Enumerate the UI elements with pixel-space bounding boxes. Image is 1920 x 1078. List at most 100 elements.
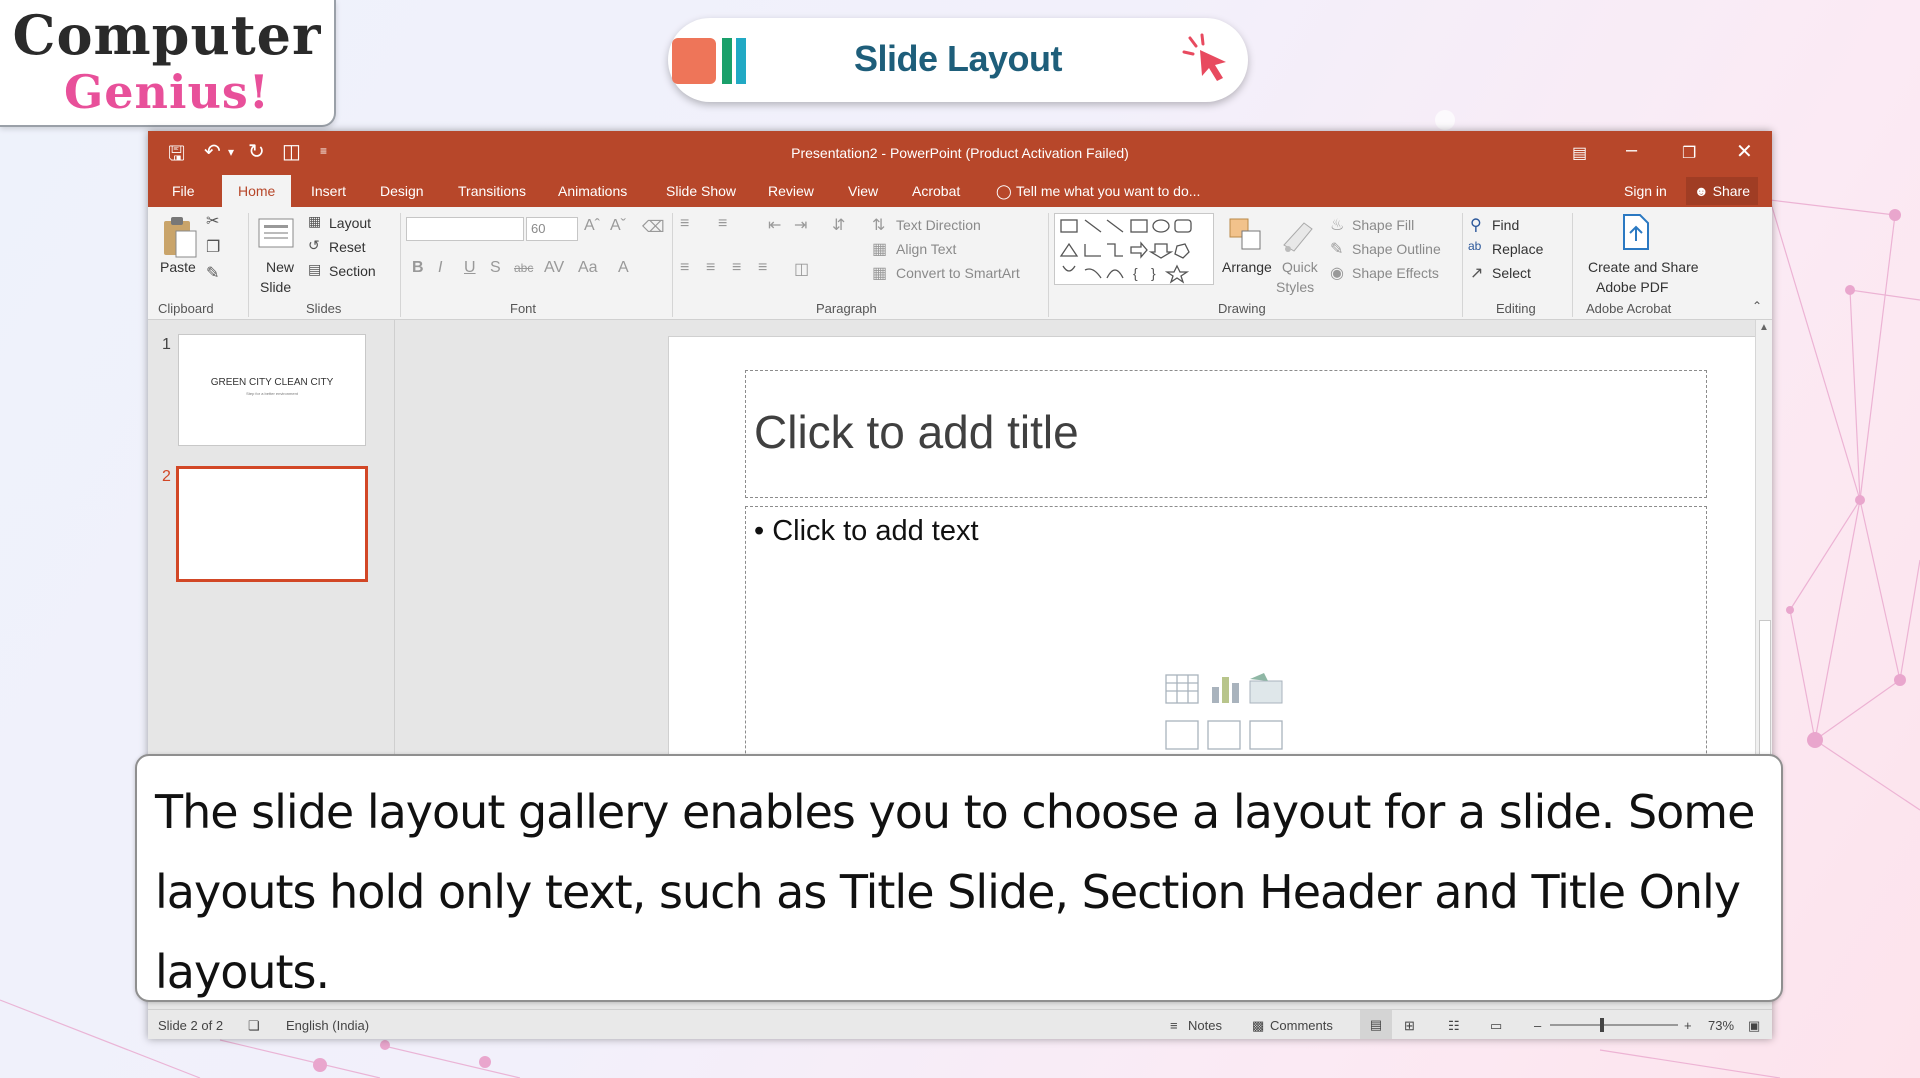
- quick-styles-label-2[interactable]: Styles: [1276, 279, 1314, 295]
- format-painter-icon[interactable]: ✎: [206, 263, 219, 283]
- slide-thumbnail-2[interactable]: [176, 466, 368, 582]
- tab-view[interactable]: View: [848, 183, 878, 199]
- paste-icon[interactable]: [162, 215, 198, 259]
- numbering-icon[interactable]: ≡: [718, 215, 727, 233]
- align-text-button[interactable]: Align Text: [896, 241, 956, 257]
- slide-sorter-icon[interactable]: ⊞: [1404, 1018, 1415, 1034]
- bullets-icon[interactable]: ≡: [680, 215, 689, 233]
- strikethrough-icon[interactable]: abc: [514, 261, 533, 275]
- section-button[interactable]: Section: [329, 263, 376, 279]
- title-placeholder-text: Click to add title: [754, 406, 1079, 458]
- columns-icon[interactable]: ◫: [794, 259, 809, 279]
- language-indicator[interactable]: English (India): [286, 1018, 369, 1033]
- change-case-icon[interactable]: Aa: [578, 259, 598, 277]
- font-color-icon[interactable]: A: [618, 259, 629, 277]
- tab-design[interactable]: Design: [380, 183, 424, 199]
- tab-home[interactable]: Home: [222, 175, 292, 207]
- tell-me-box[interactable]: Tell me what you want to do...: [1016, 183, 1200, 199]
- shape-fill-button[interactable]: Shape Fill: [1352, 217, 1414, 233]
- svg-text:}: }: [1151, 265, 1156, 281]
- select-icon: ↗: [1470, 265, 1484, 282]
- character-spacing-icon[interactable]: AV: [544, 259, 564, 277]
- zoom-slider-thumb[interactable]: [1600, 1018, 1604, 1032]
- group-clipboard-label: Clipboard: [158, 301, 214, 316]
- copy-icon[interactable]: ❐: [206, 237, 220, 257]
- notes-button[interactable]: Notes: [1188, 1018, 1222, 1033]
- spell-check-icon[interactable]: ❏: [248, 1018, 260, 1034]
- lesson-title-pill: Slide Layout: [668, 18, 1248, 102]
- slide-show-icon[interactable]: ▭: [1490, 1018, 1502, 1034]
- align-center-icon[interactable]: ≡: [706, 259, 715, 277]
- tab-acrobat[interactable]: Acrobat: [912, 183, 960, 199]
- align-text-icon: ▦: [872, 241, 888, 258]
- paste-label: Paste: [160, 259, 196, 275]
- caption-box: The slide layout gallery enables you to …: [135, 754, 1783, 1002]
- share-button[interactable]: ☻ Share: [1686, 177, 1758, 205]
- cut-icon[interactable]: ✂: [206, 211, 219, 231]
- sign-in-link[interactable]: Sign in: [1624, 183, 1667, 199]
- reset-button[interactable]: Reset: [329, 239, 366, 255]
- zoom-in-icon[interactable]: +: [1684, 1018, 1692, 1033]
- title-placeholder[interactable]: Click to add title: [745, 370, 1707, 498]
- increase-indent-icon[interactable]: ⇥: [794, 215, 807, 235]
- slide-counter: Slide 2 of 2: [158, 1018, 224, 1033]
- shapes-gallery-icons: {}: [1059, 219, 1192, 284]
- shrink-font-icon[interactable]: Aˇ: [610, 217, 626, 235]
- layout-button[interactable]: Layout: [329, 215, 371, 231]
- create-pdf-icon[interactable]: [1618, 213, 1654, 253]
- notes-icon: ≡: [1170, 1018, 1178, 1033]
- select-button[interactable]: Select: [1492, 265, 1531, 281]
- ribbon-display-options-icon[interactable]: ▤: [1572, 143, 1587, 163]
- zoom-slider[interactable]: [1550, 1018, 1678, 1032]
- slide-thumbnail-1[interactable]: GREEN CITY CLEAN CITY Step for a better …: [178, 334, 366, 446]
- underline-icon[interactable]: U: [464, 259, 476, 277]
- tab-slide-show[interactable]: Slide Show: [666, 183, 736, 199]
- fit-to-window-icon[interactable]: ▣: [1748, 1018, 1760, 1034]
- reading-view-icon[interactable]: ☷: [1448, 1018, 1460, 1034]
- tab-transitions[interactable]: Transitions: [458, 183, 526, 199]
- shape-effects-button[interactable]: Shape Effects: [1352, 265, 1439, 281]
- scroll-up-icon[interactable]: ▲: [1759, 322, 1769, 333]
- minimize-icon[interactable]: –: [1626, 139, 1637, 162]
- comments-button[interactable]: Comments: [1270, 1018, 1333, 1033]
- scrollbar-thumb[interactable]: [1759, 620, 1771, 772]
- zoom-out-icon[interactable]: –: [1534, 1018, 1541, 1033]
- shadow-icon[interactable]: S: [490, 259, 501, 277]
- restore-icon[interactable]: ❐: [1682, 143, 1696, 163]
- align-right-icon[interactable]: ≡: [732, 259, 741, 277]
- replace-button[interactable]: Replace: [1492, 241, 1543, 257]
- shapes-gallery[interactable]: {}: [1054, 213, 1214, 285]
- normal-view-icon[interactable]: ▤: [1360, 1010, 1392, 1039]
- arrange-icon[interactable]: [1226, 215, 1266, 255]
- grow-font-icon[interactable]: Aˆ: [584, 217, 600, 235]
- bold-icon[interactable]: B: [412, 259, 424, 277]
- quick-styles-icon[interactable]: [1280, 215, 1316, 255]
- lightbulb-icon: ◯: [996, 183, 1012, 199]
- collapse-ribbon-icon[interactable]: ⌃: [1752, 299, 1762, 313]
- align-left-icon[interactable]: ≡: [680, 259, 689, 277]
- clear-formatting-icon[interactable]: ⌫: [642, 217, 665, 237]
- justify-icon[interactable]: ≡: [758, 259, 767, 277]
- tab-review[interactable]: Review: [768, 183, 814, 199]
- font-name-box[interactable]: [406, 217, 524, 241]
- tab-insert[interactable]: Insert: [311, 183, 346, 199]
- shape-outline-button[interactable]: Shape Outline: [1352, 241, 1441, 257]
- share-label: Share: [1712, 183, 1750, 199]
- decrease-indent-icon[interactable]: ⇤: [768, 215, 781, 235]
- line-spacing-icon[interactable]: ⇵: [832, 215, 845, 235]
- find-button[interactable]: Find: [1492, 217, 1519, 233]
- create-share-pdf-label-1[interactable]: Create and Share: [1588, 259, 1699, 275]
- tab-animations[interactable]: Animations: [558, 183, 627, 199]
- close-icon[interactable]: ✕: [1736, 139, 1753, 164]
- convert-smartart-button[interactable]: Convert to SmartArt: [896, 265, 1020, 281]
- status-bar: Slide 2 of 2 ❏ English (India) ≡ Notes ▩…: [148, 1009, 1772, 1039]
- font-size-box[interactable]: 60: [526, 217, 578, 241]
- zoom-level[interactable]: 73%: [1708, 1018, 1734, 1033]
- italic-icon[interactable]: I: [438, 259, 442, 277]
- new-slide-label-2[interactable]: Slide: [260, 279, 291, 295]
- ribbon-tabs: File Home Insert Design Transitions Anim…: [148, 175, 1772, 207]
- tab-file[interactable]: File: [172, 183, 195, 199]
- arrange-button[interactable]: Arrange: [1222, 259, 1272, 275]
- text-direction-button[interactable]: Text Direction: [896, 217, 981, 233]
- new-slide-icon[interactable]: [256, 213, 296, 251]
